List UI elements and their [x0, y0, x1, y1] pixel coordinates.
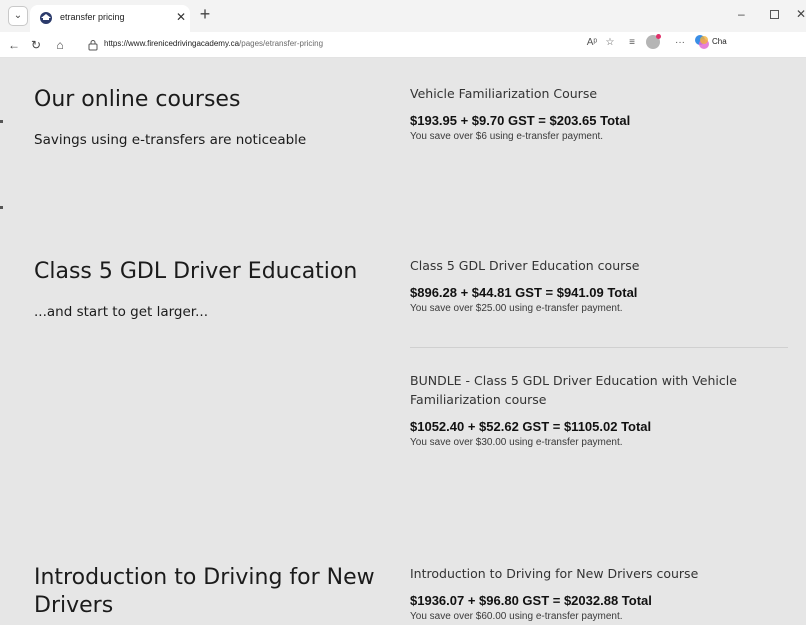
section-title: Class 5 GDL Driver Education	[34, 259, 358, 284]
course-name: BUNDLE - Class 5 GDL Driver Education wi…	[410, 373, 737, 407]
course-price: $1052.40 + $52.62 GST = $1105.02 Total	[410, 419, 652, 434]
course-savings: You save over $30.00 using e-transfer pa…	[410, 437, 623, 448]
url-text[interactable]: https://www.firenicedrivingacademy.ca/pa…	[104, 39, 323, 48]
course-price: $193.95 + $9.70 GST = $203.65 Total	[410, 113, 631, 128]
section-title: Introduction to Driving for New Drivers	[34, 565, 375, 618]
course-savings: You save over $25.00 using e-transfer pa…	[410, 303, 623, 314]
new-tab-icon[interactable]: +	[196, 4, 214, 24]
course-name: Class 5 GDL Driver Education course	[410, 258, 640, 273]
browser-toolbar: ← ↻ ⌂ https://www.firenicedrivingacademy…	[0, 32, 806, 58]
course-savings: You save over $6 using e-transfer paymen…	[410, 131, 604, 142]
edge-marker	[0, 120, 3, 123]
chevron-down-icon: ⌄	[13, 10, 23, 21]
course-card: Introduction to Driving for New Drivers …	[410, 564, 790, 622]
lock-icon[interactable]	[88, 39, 98, 51]
home-icon[interactable]: ⌂	[52, 37, 68, 53]
tab-title: etransfer pricing	[60, 12, 125, 22]
site-favicon-icon	[40, 12, 52, 24]
notification-dot	[656, 34, 661, 39]
copilot-label[interactable]: Cha	[712, 37, 727, 46]
back-arrow-icon[interactable]: ←	[6, 37, 22, 53]
page-viewport: Our online courses Savings using e-trans…	[0, 58, 806, 625]
read-aloud-icon[interactable]: Aᵖ	[584, 35, 600, 51]
course-price: $1936.07 + $96.80 GST = $2032.88 Total	[410, 593, 652, 608]
more-options-icon[interactable]: ···	[672, 35, 688, 51]
maximize-window-icon[interactable]	[770, 10, 779, 19]
edge-marker	[0, 206, 3, 209]
course-card: BUNDLE - Class 5 GDL Driver Education wi…	[410, 371, 790, 448]
favorites-list-icon[interactable]: ≡	[624, 35, 640, 51]
refresh-icon[interactable]: ↻	[28, 37, 44, 53]
tab-strip: ⌄ etransfer pricing ✕ + – ✕	[0, 0, 806, 32]
section-subtitle: Savings using e-transfers are noticeable	[34, 132, 307, 148]
url-host: https://www.firenicedrivingacademy.ca	[104, 39, 240, 48]
copilot-icon[interactable]	[694, 34, 710, 50]
active-tab[interactable]: etransfer pricing ✕	[30, 5, 190, 32]
section-subtitle: ...and start to get larger...	[34, 304, 208, 320]
course-name: Introduction to Driving for New Drivers …	[410, 566, 699, 581]
course-card: Vehicle Familiarization Course $193.95 +…	[410, 84, 790, 142]
minimize-window-icon[interactable]: –	[738, 6, 745, 22]
close-window-icon[interactable]: ✕	[796, 6, 806, 22]
divider	[410, 347, 788, 348]
favorite-star-icon[interactable]: ☆	[602, 35, 618, 51]
tab-actions-menu-button[interactable]: ⌄	[8, 6, 28, 26]
section-title: Our online courses	[34, 87, 241, 112]
close-tab-icon[interactable]: ✕	[174, 9, 188, 25]
course-card: Class 5 GDL Driver Education course $896…	[410, 256, 790, 314]
course-name: Vehicle Familiarization Course	[410, 86, 598, 101]
course-savings: You save over $60.00 using e-transfer pa…	[410, 611, 623, 622]
course-price: $896.28 + $44.81 GST = $941.09 Total	[410, 285, 638, 300]
url-path: /pages/etransfer-pricing	[239, 39, 324, 48]
